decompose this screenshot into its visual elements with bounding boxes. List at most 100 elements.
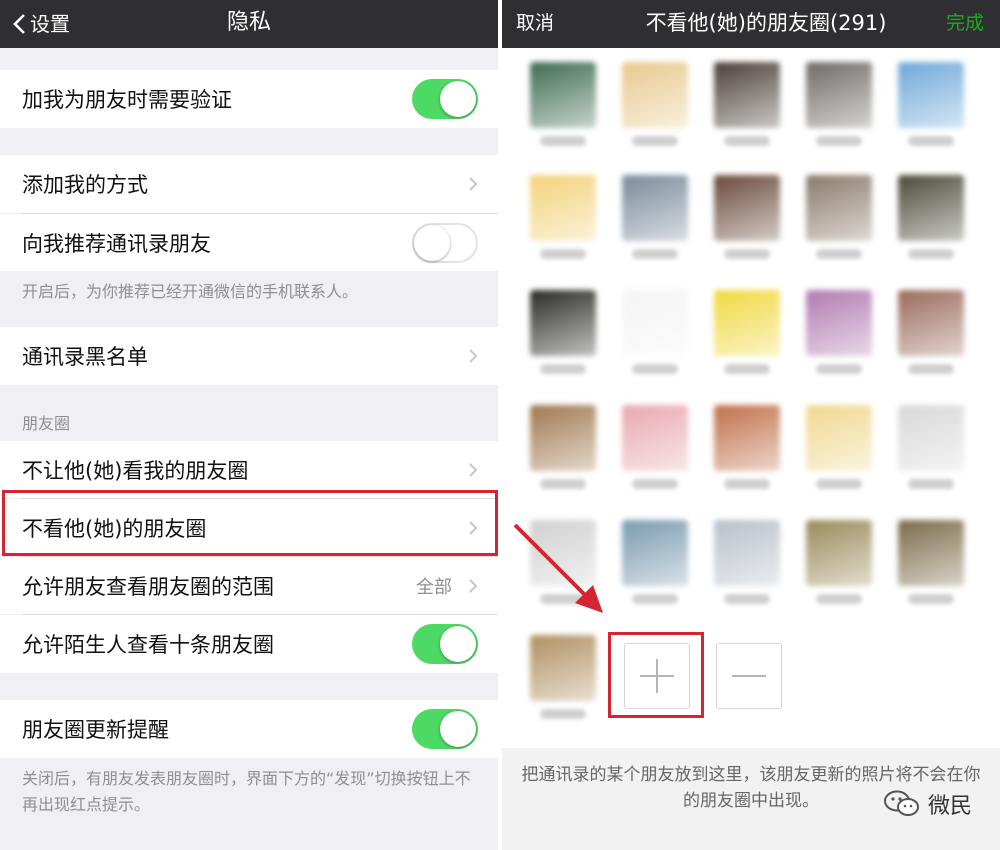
friend-name-blurred	[540, 249, 586, 259]
friend-item[interactable]	[527, 635, 599, 719]
friend-name-blurred	[724, 594, 770, 604]
friend-name-blurred	[540, 136, 586, 146]
friend-item[interactable]	[895, 62, 967, 146]
friend-name-blurred	[632, 249, 678, 259]
row-moments-range[interactable]: 允许朋友查看朋友圈的范围 全部	[0, 557, 498, 614]
friend-item[interactable]	[711, 405, 783, 489]
friend-avatar	[530, 635, 596, 701]
friend-name-blurred	[724, 136, 770, 146]
cancel-button[interactable]: 取消	[516, 0, 554, 48]
friend-avatar	[622, 520, 688, 586]
friend-name-blurred	[724, 249, 770, 259]
friend-item[interactable]	[895, 520, 967, 604]
friend-name-blurred	[540, 364, 586, 374]
row-hide-my-moments-label: 不让他(她)看我的朋友圈	[22, 458, 249, 483]
watermark: 微民	[883, 788, 972, 820]
row-update-reminder[interactable]: 朋友圈更新提醒	[0, 700, 498, 758]
chevron-right-icon	[469, 349, 478, 363]
friend-name-blurred	[816, 249, 862, 259]
friend-item[interactable]	[619, 520, 691, 604]
row-blacklist[interactable]: 通讯录黑名单	[0, 327, 498, 385]
chevron-right-icon	[469, 462, 478, 477]
friend-avatar	[806, 520, 872, 586]
page-title: 不看他(她)的朋友圈(291)	[645, 11, 887, 35]
friend-avatar	[714, 175, 780, 241]
friend-name-blurred	[724, 364, 770, 374]
row-stranger-ten[interactable]: 允许陌生人查看十条朋友圈	[0, 615, 498, 673]
friend-name-blurred	[540, 479, 586, 489]
minus-icon	[732, 675, 766, 677]
friend-item[interactable]	[527, 290, 599, 374]
page-title: 隐私	[226, 10, 271, 35]
friend-item[interactable]	[619, 62, 691, 146]
friend-name-blurred	[908, 249, 954, 259]
friend-avatar	[806, 405, 872, 471]
friend-name-blurred	[632, 479, 678, 489]
friend-item[interactable]	[895, 175, 967, 259]
section-header-moments: 朋友圈	[22, 414, 71, 433]
friend-avatar	[622, 62, 688, 128]
friend-name-blurred	[632, 364, 678, 374]
friend-avatar	[898, 290, 964, 356]
wechat-logo-icon	[883, 790, 919, 816]
update-reminder-note: 关闭后，有朋友发表朋友圈时，界面下方的“发现”切换按钮上不再出现红点提示。	[22, 769, 471, 814]
friend-name-blurred	[908, 594, 954, 604]
friend-avatar	[714, 290, 780, 356]
friend-avatar	[714, 520, 780, 586]
friend-item[interactable]	[803, 520, 875, 604]
friend-avatar	[530, 405, 596, 471]
friend-item[interactable]	[711, 62, 783, 146]
verify-toggle[interactable]	[412, 79, 478, 119]
friend-avatar	[898, 405, 964, 471]
friend-item[interactable]	[803, 405, 875, 489]
nav-bar: 设置 隐私	[0, 0, 498, 48]
row-add-methods[interactable]: 添加我的方式	[0, 155, 498, 213]
row-add-methods-label: 添加我的方式	[22, 173, 148, 197]
remove-friend-button[interactable]	[716, 643, 782, 709]
friend-name-blurred	[632, 594, 678, 604]
friend-item[interactable]	[619, 405, 691, 489]
friend-avatar	[714, 405, 780, 471]
recommend-note: 开启后，为你推荐已经开通微信的手机联系人。	[22, 282, 359, 301]
friend-avatar	[898, 62, 964, 128]
friend-item[interactable]	[527, 62, 599, 146]
recommend-toggle[interactable]	[412, 222, 478, 263]
chevron-right-icon	[469, 177, 478, 191]
friend-item[interactable]	[619, 290, 691, 374]
friend-item[interactable]	[711, 290, 783, 374]
friend-item[interactable]	[803, 175, 875, 259]
row-blacklist-label: 通讯录黑名单	[22, 345, 148, 369]
stranger-ten-toggle[interactable]	[412, 624, 478, 664]
friend-item[interactable]	[619, 175, 691, 259]
friend-name-blurred	[908, 479, 954, 489]
friend-name-blurred	[816, 364, 862, 374]
row-recommend-contacts[interactable]: 向我推荐通讯录朋友	[0, 214, 498, 271]
friend-name-blurred	[908, 364, 954, 374]
friend-avatar	[622, 175, 688, 241]
friend-item[interactable]	[895, 405, 967, 489]
friend-name-blurred	[816, 479, 862, 489]
friend-name-blurred	[908, 136, 954, 146]
friend-avatar	[806, 175, 872, 241]
friend-avatar	[530, 290, 596, 356]
update-reminder-toggle[interactable]	[412, 709, 478, 749]
friend-avatar	[806, 62, 872, 128]
friend-item[interactable]	[895, 290, 967, 374]
friend-name-blurred	[632, 136, 678, 146]
friend-item[interactable]	[803, 290, 875, 374]
moments-range-value: 全部	[416, 576, 452, 598]
friend-item[interactable]	[527, 405, 599, 489]
friend-item[interactable]	[711, 520, 783, 604]
privacy-settings-screen: 设置 隐私 加我为朋友时需要验证 添加我的方式 向我推荐通讯录朋友 开启后，为你…	[0, 0, 498, 850]
friend-avatar	[622, 290, 688, 356]
friend-item[interactable]	[711, 175, 783, 259]
row-verify[interactable]: 加我为朋友时需要验证	[0, 70, 498, 128]
friend-avatar	[806, 290, 872, 356]
friend-avatar	[714, 62, 780, 128]
friend-item[interactable]	[803, 62, 875, 146]
highlight-add-button	[608, 632, 704, 718]
nav-bar: 取消 不看他(她)的朋友圈(291) 完成	[502, 0, 1000, 48]
friend-item[interactable]	[527, 175, 599, 259]
done-button[interactable]: 完成	[946, 0, 984, 48]
friend-avatar	[530, 62, 596, 128]
